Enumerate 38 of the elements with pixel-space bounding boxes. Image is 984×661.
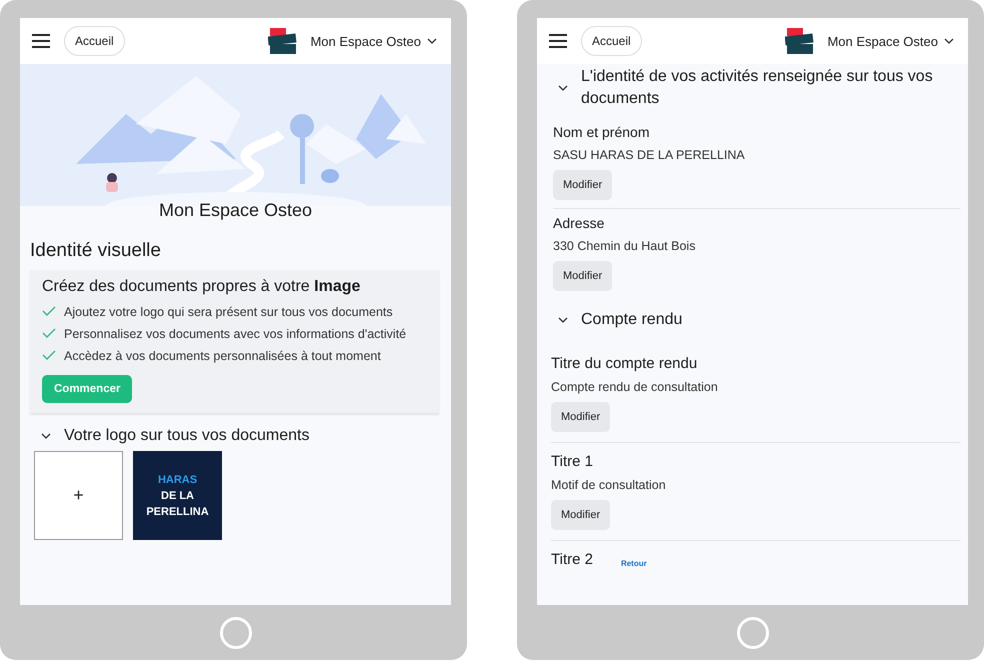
menu-icon[interactable] [549,34,567,48]
field-value: Motif de consultation [551,478,667,492]
section-title[interactable]: Compte rendu [581,309,682,331]
field-value: SASU HARAS DE LA PERELLINA [553,148,746,162]
section-heading: Identité visuelle [29,239,162,263]
field-label: Nom et prénom [553,124,650,140]
check-icon [42,350,56,360]
account-menu[interactable]: Mon Espace Osteo [827,34,954,48]
feature-text: Accèdez à vos documents personnalisées à tout moment [64,348,381,365]
page-title: Mon Espace Osteo [158,200,314,222]
edit-button[interactable]: Modifier [551,402,610,432]
home-button[interactable]: Accueil [581,26,642,56]
logo-text: PERELLINA [146,504,209,518]
add-logo-tile[interactable]: + [34,451,123,540]
field-label: Titre 2 [551,551,593,568]
edit-button[interactable]: Modifier [553,261,612,291]
chevron-down-icon [427,36,437,46]
check-icon [42,306,56,316]
field-value: 330 Chemin du Haut Bois [553,239,696,253]
edit-button[interactable]: Modifier [553,170,612,200]
check-icon [42,328,56,338]
logo-text: DE LA [161,488,194,502]
section-title[interactable]: Votre logo sur tous vos documents [64,427,310,445]
card-title: Créez des documents propres à votre Image [42,278,362,296]
home-button[interactable]: Accueil [64,26,125,56]
feature-text: Personnalisez vos documents avec vos informations d'activité [64,326,406,343]
menu-icon[interactable] [32,34,50,48]
edit-button[interactable]: Modifier [551,500,610,530]
logo-text: HARAS [158,472,198,486]
chevron-down-icon [944,36,954,46]
field-value: Compte rendu de consultation [551,380,719,394]
back-link[interactable]: Retour [620,559,647,568]
section-title[interactable]: L'identité de vos activités renseignée sur tous vos documents [581,66,954,110]
account-menu[interactable]: Mon Espace Osteo [310,34,437,48]
field-label: Adresse [553,215,604,231]
feature-text: Ajoutez votre logo qui sera présent sur tous vos documents [64,304,393,321]
field-label: Titre 1 [551,453,593,470]
field-label: Titre du compte rendu [551,355,698,372]
